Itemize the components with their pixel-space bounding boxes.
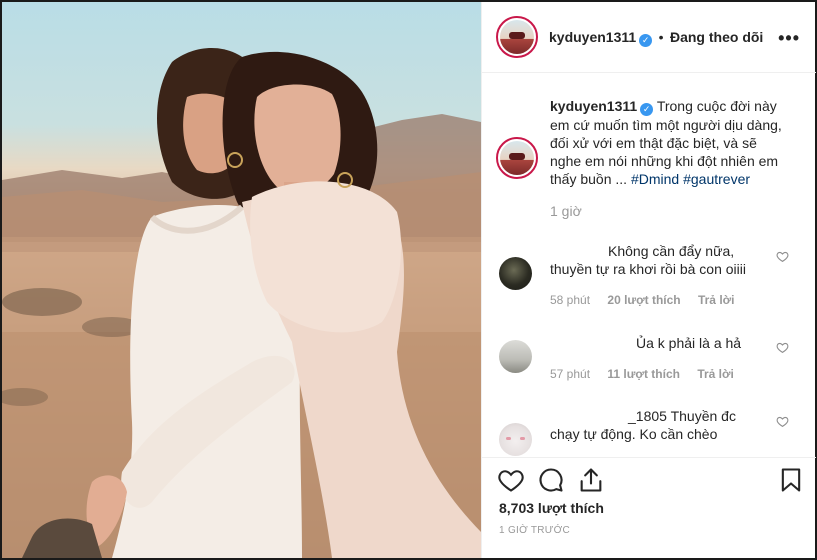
caption-time[interactable]: 1 giờ [550,202,810,220]
comment-meta: 58 phút 20 lượt thích Trả lời [550,293,749,307]
avatar-image [500,20,534,54]
comment-likes[interactable]: 20 lượt thích [607,293,680,307]
comment-meta: 57 phút 11 lượt thích Trả lời [550,367,748,381]
caption-line: em cứ muốn tìm một người dịu dàng, [550,117,782,133]
follow-status-button[interactable]: Đang theo dõi [670,29,763,45]
caption-line: Trong cuộc đời này [656,98,777,114]
comment-line: _1805 Thuyền đc [628,408,736,424]
caption-username[interactable]: kyduyen1311 [550,98,637,114]
avatar-image [500,141,534,175]
comment-likes[interactable]: 11 lượt thích [607,367,680,381]
posted-time[interactable]: 1 GIỜ TRƯỚC [499,525,570,536]
comment-like-heart-icon[interactable] [776,250,789,263]
post-side-panel: kyduyen1311 ✓ • Đang theo dõi ••• kyduyen… [481,2,816,558]
caption-line: nghe em nói những khi đột nhiên em [550,153,779,169]
comment-time[interactable]: 58 phút [550,293,590,307]
caption-line: đối xử với em thật đặc biệt, và sẽ [550,135,757,151]
comment-line: thuyền tự ra khơi rồi bà con oiiii [550,261,746,277]
comment-line: chạy tự động. Ko cần chèo [550,426,718,442]
post-actions: 8,703 lượt thích 1 GIỜ TRƯỚC [482,457,816,558]
photo-illustration [2,48,481,558]
avatar-cheek-decoration [506,437,511,440]
commenter-avatar[interactable] [499,423,532,456]
comment-line: Không cần đẩy nữa, [608,243,735,259]
caption: kyduyen1311 ✓ Trong cuộc đời này em cứ mu… [550,97,810,220]
share-icon[interactable] [577,466,605,494]
reply-button[interactable]: Trả lời [697,367,734,381]
comment-like-heart-icon[interactable] [776,341,789,354]
commenter-avatar[interactable] [499,340,532,373]
post-photo[interactable] [2,2,481,558]
reply-button[interactable]: Trả lời [698,293,735,307]
comment-like-heart-icon[interactable] [776,415,789,428]
comment-text: _1805 Thuyền đc chạy tự động. Ko cần chè… [550,407,772,443]
bookmark-icon[interactable] [777,466,805,494]
hashtag-link[interactable]: #gautrever [683,171,750,187]
more-options-icon[interactable]: ••• [778,28,800,49]
author-avatar[interactable] [496,16,538,58]
likes-count[interactable]: 8,703 lượt thích [499,500,604,516]
comment-icon[interactable] [537,466,565,494]
commenter-avatar[interactable] [499,257,532,290]
comment-text: Ủa k phải là a hả [550,334,772,352]
header-meta: kyduyen1311 ✓ • Đang theo dõi [549,29,763,47]
comment-time[interactable]: 57 phút [550,367,590,381]
hashtag-link[interactable]: #Dmind [631,171,679,187]
avatar-cheek-decoration [520,437,525,440]
post-header: kyduyen1311 ✓ • Đang theo dõi ••• [482,2,816,73]
verified-badge-icon: ✓ [639,34,653,47]
verified-badge-icon: ✓ [640,103,654,116]
caption-line: thấy buồn ... [550,171,631,187]
comment-line: Ủa k phải là a hả [636,335,742,351]
author-username[interactable]: kyduyen1311 [549,29,636,45]
header-separator: • [658,29,664,45]
caption-avatar[interactable] [496,137,538,179]
heart-icon[interactable] [497,466,525,494]
comment-text: Không cần đẩy nữa, thuyền tự ra khơi rồi… [550,242,772,278]
